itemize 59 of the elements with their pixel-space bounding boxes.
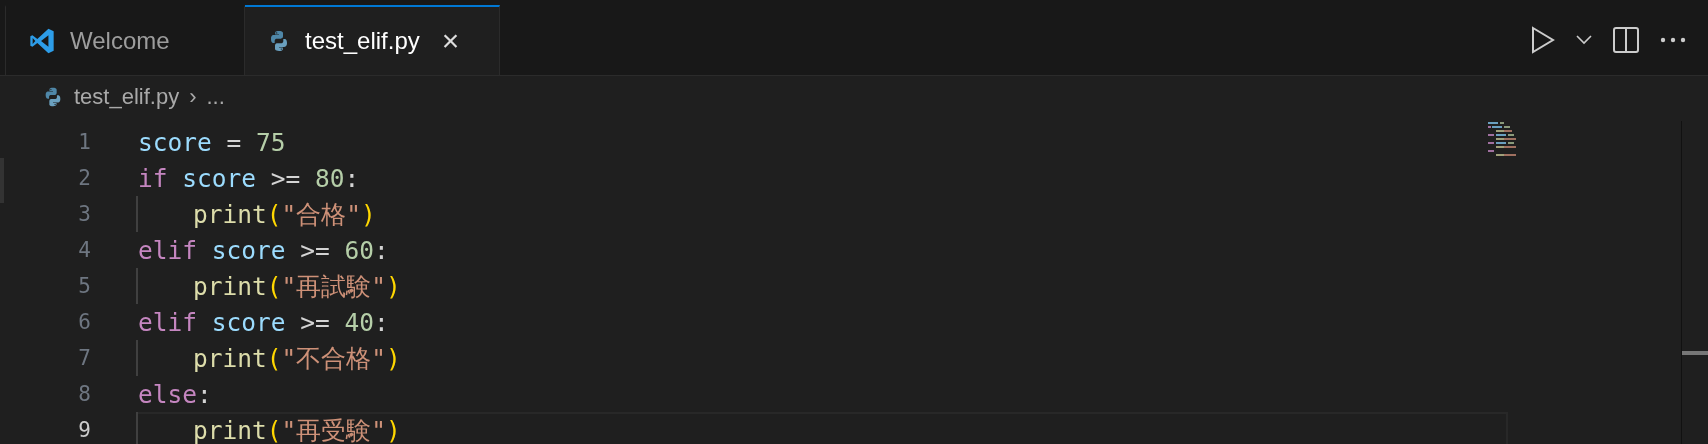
tab-label: test_elif.py — [305, 27, 420, 55]
code-token: 60 — [344, 235, 375, 265]
code-token: : — [374, 307, 389, 337]
code-token: ( — [266, 415, 282, 444]
code-token: : — [197, 379, 212, 409]
code-token: if — [138, 163, 168, 193]
code-token: ) — [361, 199, 376, 229]
code-token: ( — [266, 199, 282, 229]
code-token: ( — [266, 271, 282, 301]
split-editor-icon[interactable] — [1612, 26, 1640, 54]
line-number: 1 — [78, 130, 91, 154]
code-token: else — [138, 379, 197, 409]
code-token: score — [210, 235, 286, 265]
run-icon[interactable] — [1530, 26, 1556, 54]
code-token: >= — [299, 235, 331, 265]
code-token: ) — [386, 415, 401, 444]
close-button[interactable]: × — [441, 26, 460, 56]
breadcrumb-file[interactable]: test_elif.py — [74, 84, 180, 110]
line-number: 6 — [78, 310, 91, 334]
code-token: = — [225, 127, 243, 157]
code-token: print — [193, 199, 267, 229]
line-number: 2 — [78, 166, 91, 190]
scrollbar-thumb[interactable] — [1682, 351, 1708, 355]
code-token: 80 — [315, 163, 345, 193]
code-token: >= — [269, 163, 302, 193]
tab-label: Welcome — [70, 27, 170, 55]
code-token: "合格" — [281, 198, 362, 231]
line-number: 9 — [78, 418, 91, 442]
line-number: 3 — [78, 202, 91, 226]
code-token: 40 — [344, 307, 375, 337]
code-token: print — [193, 343, 267, 373]
code-token: "再受験" — [281, 414, 387, 444]
code-token: "不合格" — [281, 342, 387, 375]
code-token: ) — [386, 271, 401, 301]
line-number: 8 — [78, 382, 91, 406]
code-token: elif — [138, 235, 197, 265]
code-token: : — [374, 235, 389, 265]
code-token: elif — [138, 307, 197, 337]
line-number: 4 — [78, 238, 91, 262]
line-number: 5 — [78, 274, 91, 298]
code-token: print — [193, 415, 267, 444]
logo-icon — [28, 27, 56, 55]
code-token: score — [181, 163, 257, 193]
chevron-down-icon[interactable] — [1576, 35, 1592, 45]
code-token: ) — [386, 343, 401, 373]
editor-tab[interactable]: Welcome — [5, 5, 245, 75]
editor-tab[interactable]: test_elif.py × — [245, 5, 500, 75]
line-number: 7 — [78, 346, 91, 370]
breadcrumb-separator: › — [189, 84, 197, 110]
code-token: score — [210, 307, 286, 337]
code-token: >= — [299, 307, 331, 337]
code-token: "再試験" — [281, 270, 387, 303]
code-token: 75 — [256, 127, 286, 157]
code-token: ( — [266, 343, 282, 373]
code-token: print — [193, 271, 267, 301]
code-token: score — [138, 127, 212, 157]
breadcrumb-more[interactable]: ... — [206, 84, 225, 110]
code-token: : — [344, 163, 360, 193]
more-icon[interactable] — [1660, 37, 1686, 43]
